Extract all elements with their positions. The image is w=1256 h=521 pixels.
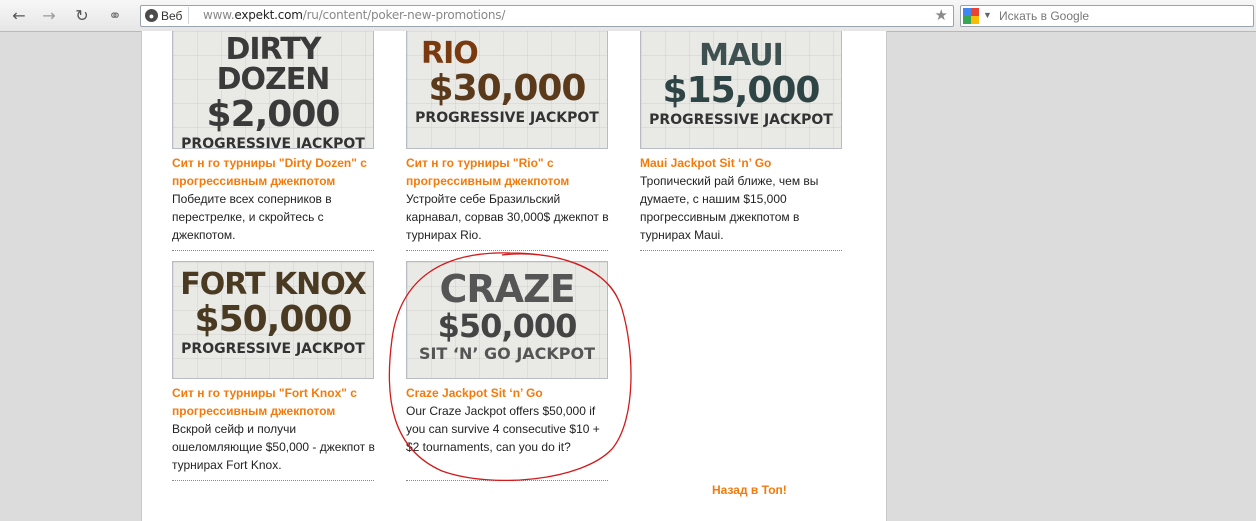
promo-item: DIRTY DOZEN $2,000 PROGRESSIVE JACKPOT С… [172,31,376,244]
browser-toolbar: ← → ↻ ⚭ ● Веб www.expekt.com/ru/content/… [0,0,1256,32]
promo-description: Вскрой сейф и получи ошеломляющие $50,00… [172,422,375,472]
promo-image[interactable]: MAUI $15,000 PROGRESSIVE JACKPOT [640,31,842,149]
url-path: /ru/content/poker-new-promotions/ [302,8,506,22]
promo-description: Победите всех соперников в перестрелке, … [172,192,332,242]
globe-icon: ● [145,9,158,22]
image-line: $2,000 [206,94,341,135]
promo-title[interactable]: Сит н го турниры "Fort Knox" с прогресси… [172,384,376,420]
promo-item: FORT KNOX $50,000 PROGRESSIVE JACKPOT Си… [172,261,376,474]
promo-title[interactable]: Сит н го турниры "Dirty Dozen" с прогрес… [172,154,376,190]
promo-description: Устройте себе Бразильский карнавал, сорв… [406,192,609,242]
image-line: $15,000 [662,70,821,111]
image-line: RIO [421,36,479,71]
promo-item: MAUI $15,000 PROGRESSIVE JACKPOT Maui Ja… [640,31,844,244]
promo-title[interactable]: Сит н го турниры "Rio" с прогрессивным д… [406,154,610,190]
promo-image[interactable]: RIO $30,000 PROGRESSIVE JACKPOT [406,31,608,149]
key-icon[interactable]: ⚭ [104,5,126,25]
divider [640,250,842,251]
url-prefix: www. [203,8,235,22]
divider [172,250,374,251]
google-icon[interactable] [963,8,979,24]
image-line: FORT KNOX [180,267,367,302]
page-content: DIRTY DOZEN $2,000 PROGRESSIVE JACKPOT С… [141,31,887,521]
image-line: $30,000 [428,68,587,109]
url-host: expekt.com [234,8,303,22]
back-arrow-icon[interactable]: ← [8,5,30,25]
search-scope-chip[interactable]: ● Веб [143,7,190,24]
url-text[interactable]: www.expekt.com/ru/content/poker-new-prom… [203,8,505,22]
search-input[interactable]: Искать в Google [999,9,1089,23]
image-line: PROGRESSIVE JACKPOT [181,136,365,149]
image-line: MAUI [699,38,784,73]
promo-image[interactable]: FORT KNOX $50,000 PROGRESSIVE JACKPOT [172,261,374,379]
promo-image[interactable]: DIRTY DOZEN $2,000 PROGRESSIVE JACKPOT [172,31,374,149]
reload-icon[interactable]: ↻ [71,5,93,25]
image-line: PROGRESSIVE JACKPOT [415,110,599,126]
image-line: DIRTY DOZEN [216,32,331,97]
address-bar[interactable]: ● Веб www.expekt.com/ru/content/poker-ne… [140,5,954,27]
chevron-down-icon[interactable]: ▼ [983,10,992,20]
star-icon[interactable]: ★ [935,6,948,24]
promo-description: Тропический рай ближе, чем вы думаете, с… [640,174,819,242]
image-line: PROGRESSIVE JACKPOT [649,112,833,128]
search-box[interactable]: ▼ Искать в Google [960,5,1254,27]
image-line: $50,000 [194,299,353,340]
image-line: PROGRESSIVE JACKPOT [181,341,365,357]
promo-title[interactable]: Maui Jackpot Sit ‘n’ Go [640,154,844,172]
forward-arrow-icon[interactable]: → [38,5,60,25]
promo-item: RIO $30,000 PROGRESSIVE JACKPOT Сит н го… [406,31,610,244]
back-to-top-link[interactable]: Назад в Топ! [712,483,787,497]
search-scope-label: Веб [161,8,183,23]
annotation-circle [388,252,632,481]
divider [172,480,374,481]
